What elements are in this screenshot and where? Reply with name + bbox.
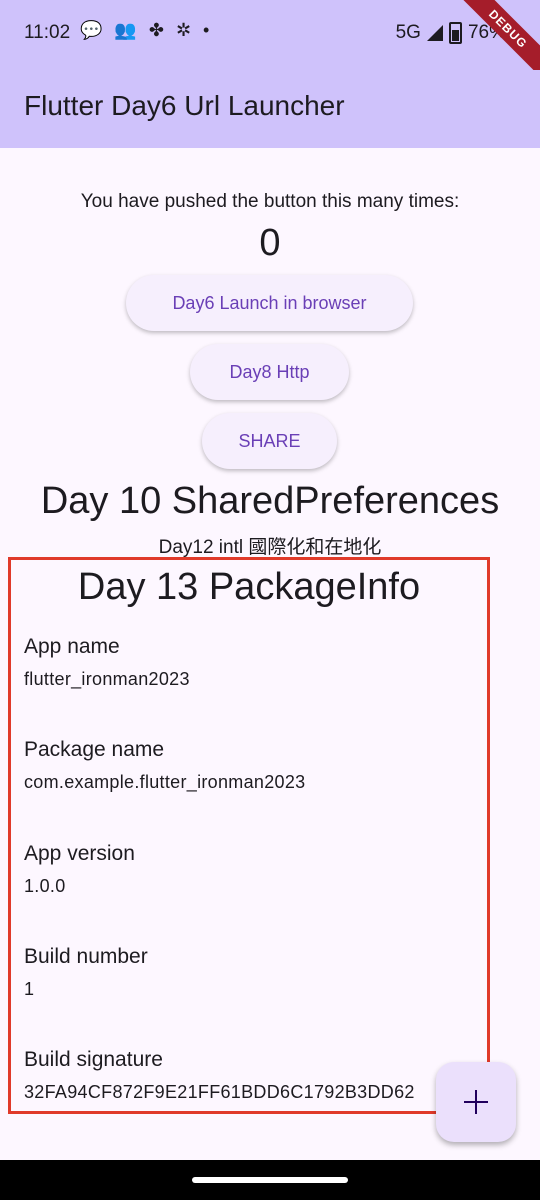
chat-bubble-icon: 💬 (80, 20, 103, 40)
notification-icons: 💬 👥 ✤ ✲ • (80, 20, 209, 41)
package-info-title: Day 13 PackageInfo (77, 566, 421, 608)
build-number-label: Build number (24, 945, 148, 968)
battery-icon (448, 22, 462, 44)
home-handle[interactable] (192, 1177, 348, 1183)
share-button[interactable]: SHARE (202, 413, 337, 469)
increment-fab[interactable] (436, 1062, 516, 1142)
app-bar: Flutter Day6 Url Launcher (0, 70, 540, 148)
intl-label: Day12 intl 國際化和在地化 (158, 537, 382, 558)
app-name-label: App name (24, 635, 120, 658)
build-number-value: 1 (24, 979, 35, 999)
network-label: 5G (395, 22, 421, 43)
package-name-value: com.example.flutter_ironman2023 (24, 772, 306, 792)
app-name-value: flutter_ironman2023 (24, 669, 190, 689)
pushed-label: You have pushed the button this many tim… (80, 191, 460, 212)
package-info-panel: Day 13 PackageInfo App name flutter_iron… (8, 557, 490, 1114)
status-bar: 11:02 💬 👥 ✤ ✲ • 5G 76% DEBUG (0, 0, 540, 80)
http-button[interactable]: Day8 Http (190, 344, 349, 400)
counter-value: 0 (259, 222, 281, 264)
signal-icon (426, 25, 443, 41)
app-version-value: 1.0.0 (24, 876, 66, 896)
build-signature-value: 32FA94CF872F9E21FF61BDD6C1792B3DD62 (24, 1082, 415, 1102)
plus-icon (464, 1090, 488, 1114)
fan-icon: ✤ (148, 20, 164, 40)
dance-icon: ✲ (175, 20, 192, 40)
dot-icon: • (203, 20, 210, 40)
launch-browser-button[interactable]: Day6 Launch in browser (126, 275, 413, 331)
status-time: 11:02 (24, 22, 71, 43)
build-signature-label: Build signature (24, 1048, 163, 1071)
app-title: Flutter Day6 Url Launcher (24, 90, 345, 121)
shared-preferences-title: Day 10 SharedPreferences (40, 480, 500, 522)
package-name-label: Package name (24, 738, 165, 761)
navigation-bar (0, 1160, 540, 1200)
app-version-label: App version (24, 842, 135, 865)
people-icon: 👥 (114, 20, 137, 40)
